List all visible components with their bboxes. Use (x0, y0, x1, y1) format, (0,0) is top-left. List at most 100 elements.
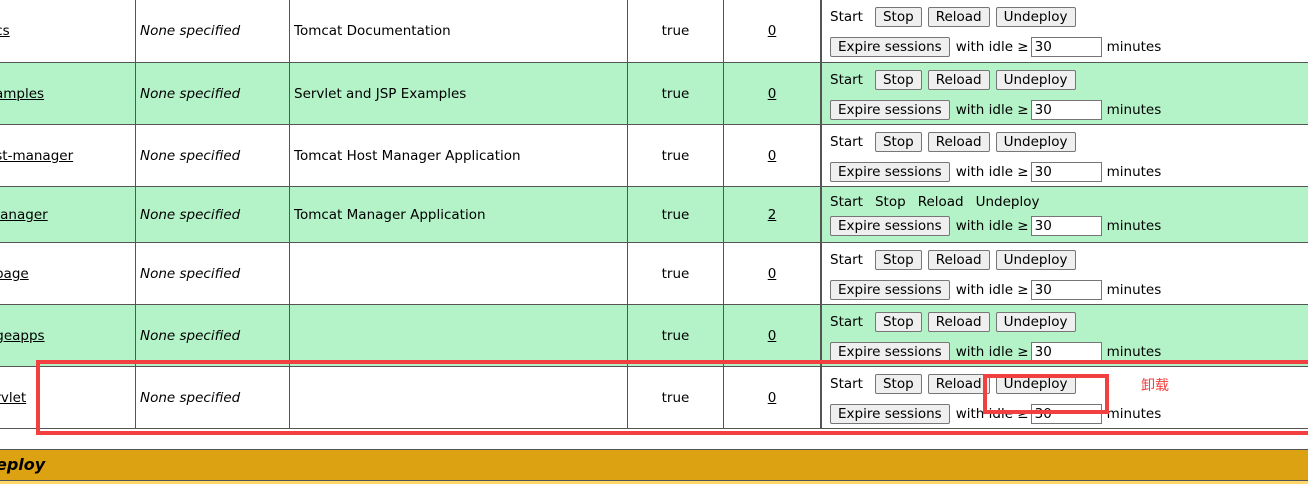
deploy-section-header: eploy (0, 449, 1308, 481)
stop-label: Stop (874, 194, 906, 210)
version-cell: None specified (136, 187, 290, 242)
running-cell: true (628, 243, 724, 304)
reload-button[interactable]: Reload (927, 312, 990, 332)
minutes-label: minutes (1106, 102, 1162, 118)
running-cell: true (628, 0, 724, 62)
expire-sessions-button[interactable]: Expire sessions (830, 342, 950, 362)
highlight-box-servlet-row (36, 360, 1308, 435)
running-status: true (661, 327, 690, 344)
minutes-label: minutes (1106, 164, 1162, 180)
app-row: xamples None specified Servlet and JSP E… (0, 63, 1308, 125)
stop-button[interactable]: Stop (874, 312, 922, 332)
stop-button[interactable]: Stop (874, 132, 922, 152)
idle-minutes-input[interactable]: 30 (1030, 37, 1102, 57)
sessions-cell: 0 (724, 125, 821, 186)
stop-button[interactable]: Stop (874, 7, 922, 27)
display-name-text: Servlet and JSP Examples (294, 85, 467, 102)
start-label: Start (830, 194, 863, 210)
version-cell: None specified (136, 243, 290, 304)
display-name-text: Tomcat Manager Application (294, 206, 486, 223)
expire-sessions-button[interactable]: Expire sessions (830, 280, 950, 300)
with-idle-label: with idle ≥ (955, 218, 1029, 234)
path-cell: manager (0, 187, 136, 242)
path-cell: ost-manager (0, 125, 136, 186)
command-buttons: Start Stop Reload Undeploy (830, 69, 1082, 91)
undeploy-label: Undeploy (975, 194, 1040, 210)
stop-button[interactable]: Stop (874, 250, 922, 270)
app-path-link[interactable]: ageapps (0, 328, 45, 344)
display-name-text: Tomcat Documentation (294, 23, 451, 39)
app-path-link[interactable]: ervlet (0, 390, 26, 406)
minutes-label: minutes (1106, 282, 1162, 298)
idle-minutes-input[interactable]: 30 (1030, 342, 1102, 362)
display-name-cell: Tomcat Host Manager Application (290, 125, 628, 186)
expire-sessions-form: Expire sessions with idle ≥ 30 minutes (830, 36, 1161, 58)
commands-cell: Start Stop Reload Undeploy Expire sessio… (821, 305, 1308, 366)
idle-minutes-input[interactable]: 30 (1030, 216, 1102, 236)
undeploy-button[interactable]: Undeploy (995, 7, 1076, 27)
display-name-cell: Tomcat Manager Application (290, 187, 628, 242)
sessions-cell: 2 (724, 187, 821, 242)
app-path-link[interactable]: xamples (0, 86, 44, 102)
idle-minutes-input[interactable]: 30 (1030, 100, 1102, 120)
sessions-link[interactable]: 2 (724, 207, 820, 223)
display-name-cell: Tomcat Documentation (290, 0, 628, 62)
version-cell: None specified (136, 63, 290, 124)
expire-sessions-button[interactable]: Expire sessions (830, 37, 950, 57)
path-cell: ypage (0, 243, 136, 304)
sessions-cell: 0 (724, 63, 821, 124)
display-name-text: Tomcat Host Manager Application (294, 147, 521, 164)
expire-sessions-button[interactable]: Expire sessions (830, 100, 950, 120)
expire-sessions-button[interactable]: Expire sessions (830, 162, 950, 182)
app-row: ypage None specified true 0 Start Stop R… (0, 243, 1308, 305)
app-row: ocs None specified Tomcat Documentation … (0, 0, 1308, 63)
reload-button[interactable]: Reload (927, 250, 990, 270)
expire-sessions-form: Expire sessions with idle ≥ 30 minutes (830, 161, 1161, 183)
undeploy-button[interactable]: Undeploy (995, 250, 1076, 270)
stop-button[interactable]: Stop (874, 70, 922, 90)
undeploy-button[interactable]: Undeploy (995, 70, 1076, 90)
app-row: ost-manager None specified Tomcat Host M… (0, 125, 1308, 187)
idle-minutes-input[interactable]: 30 (1030, 162, 1102, 182)
app-path-link[interactable]: ocs (0, 23, 10, 39)
running-status: true (661, 85, 690, 102)
start-label: Start (830, 134, 863, 150)
running-cell: true (628, 63, 724, 124)
expire-sessions-form: Expire sessions with idle ≥ 30 minutes (830, 279, 1161, 301)
reload-button[interactable]: Reload (927, 132, 990, 152)
sessions-link[interactable]: 0 (724, 148, 820, 164)
app-path-link[interactable]: manager (0, 207, 48, 223)
sessions-link[interactable]: 0 (724, 266, 820, 282)
app-path-link[interactable]: ypage (0, 266, 29, 282)
sessions-link[interactable]: 0 (724, 86, 820, 102)
sessions-link[interactable]: 0 (724, 23, 820, 39)
idle-minutes-input[interactable]: 30 (1030, 280, 1102, 300)
expire-sessions-button[interactable]: Expire sessions (830, 216, 950, 236)
commands-cell: Start Stop Reload Undeploy Expire sessio… (821, 125, 1308, 186)
reload-button[interactable]: Reload (927, 7, 990, 27)
command-buttons: Start Stop Reload Undeploy (830, 249, 1082, 271)
version-cell: None specified (136, 0, 290, 62)
undeploy-button[interactable]: Undeploy (995, 132, 1076, 152)
command-buttons: Start Stop Reload Undeploy (830, 6, 1082, 28)
running-status: true (661, 206, 690, 223)
reload-button[interactable]: Reload (927, 70, 990, 90)
display-name-cell (290, 305, 628, 366)
start-label: Start (830, 72, 863, 88)
highlight-box-undeploy (983, 374, 1109, 414)
app-path-link[interactable]: ost-manager (0, 148, 73, 164)
with-idle-label: with idle ≥ (955, 39, 1029, 55)
command-buttons: Start Stop Reload Undeploy (830, 311, 1082, 333)
commands-cell: Start Stop Reload Undeploy Expire sessio… (821, 187, 1308, 242)
running-cell: true (628, 305, 724, 366)
running-status: true (661, 147, 690, 164)
command-buttons: Start Stop Reload Undeploy (830, 131, 1082, 153)
expire-sessions-form: Expire sessions with idle ≥ 30 minutes (830, 215, 1161, 237)
undeploy-button[interactable]: Undeploy (995, 312, 1076, 332)
deploy-section-title: eploy (0, 455, 46, 474)
sessions-link[interactable]: 0 (724, 328, 820, 344)
version-text: None specified (140, 206, 241, 223)
sessions-cell: 0 (724, 0, 821, 62)
start-label: Start (830, 252, 863, 268)
path-cell: xamples (0, 63, 136, 124)
